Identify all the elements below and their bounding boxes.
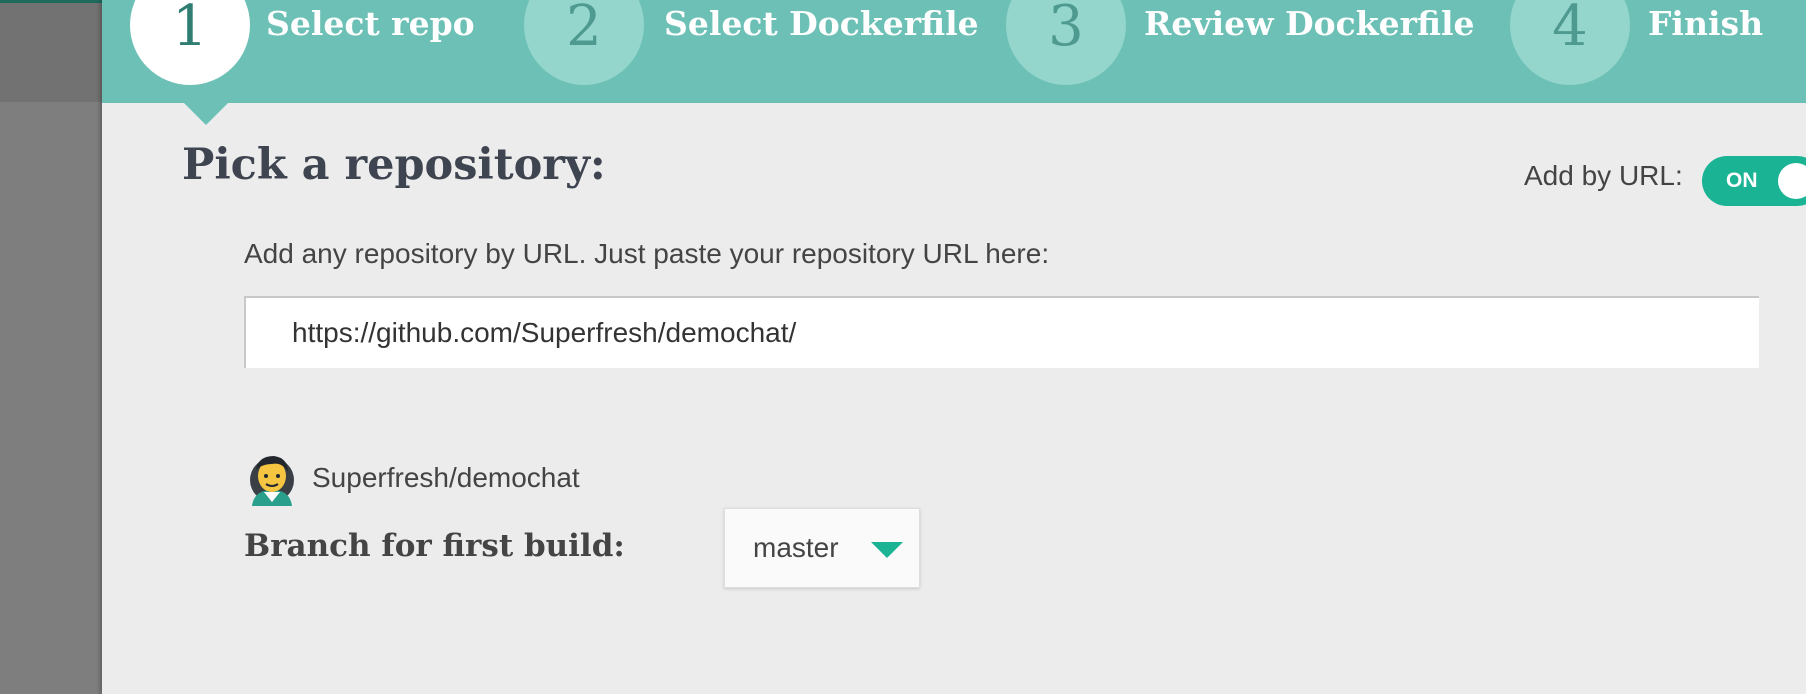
- chevron-down-icon: [871, 542, 903, 558]
- wizard-stepper: 1 Select repo 2 Select Dockerfile 3 Revi…: [102, 0, 1806, 103]
- add-by-url-label: Add by URL:: [1524, 160, 1683, 191]
- background-accent-line: [0, 0, 102, 3]
- background-overlay: [0, 0, 102, 694]
- branch-dropdown[interactable]: master: [724, 508, 920, 588]
- step-number-2: 2: [524, 0, 644, 85]
- branch-label: Branch for first build:: [244, 528, 625, 564]
- page-title: Pick a repository:: [182, 140, 606, 190]
- repository-url-input[interactable]: [244, 296, 1759, 368]
- repo-name: Superfresh/demochat: [312, 462, 580, 493]
- step-label-2: Select Dockerfile: [664, 4, 979, 43]
- toggle-knob: [1778, 163, 1806, 199]
- active-step-pointer: [184, 103, 228, 125]
- branch-selected-value: master: [753, 532, 839, 563]
- url-instructions: Add any repository by URL. Just paste yo…: [244, 238, 1050, 269]
- step-number-4: 4: [1510, 0, 1630, 85]
- add-by-url-toggle[interactable]: ON: [1702, 156, 1806, 206]
- step-label-4: Finish: [1648, 4, 1764, 43]
- step-number-3: 3: [1006, 0, 1126, 85]
- create-project-panel: 1 Select repo 2 Select Dockerfile 3 Revi…: [102, 0, 1806, 694]
- toggle-state-text: ON: [1726, 169, 1758, 192]
- step-label-3: Review Dockerfile: [1144, 4, 1475, 43]
- step-label-1: Select repo: [266, 4, 475, 43]
- step-number-1: 1: [130, 0, 250, 85]
- background-overlay-top: [0, 0, 102, 102]
- avatar-icon: [250, 456, 294, 506]
